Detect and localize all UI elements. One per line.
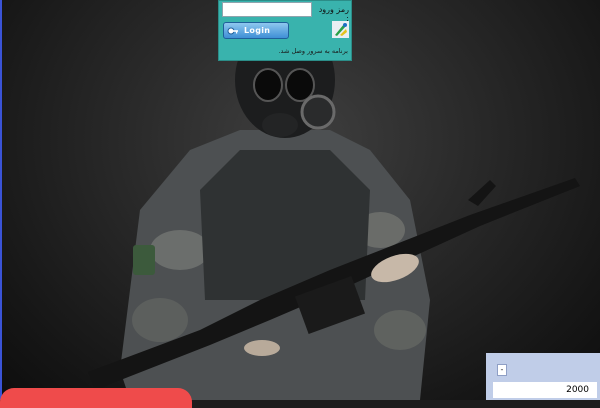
login-button-label: Login bbox=[244, 26, 271, 35]
counter-value-field[interactable]: 2000 bbox=[493, 382, 597, 398]
decrement-button[interactable]: - bbox=[497, 364, 507, 376]
window-left-edge bbox=[0, 0, 2, 400]
login-panel: رمز ورود : Login برنامه به سرور وصل شد. bbox=[218, 0, 352, 61]
counter-panel: - 2000 bbox=[486, 353, 600, 400]
red-bottom-tab[interactable] bbox=[0, 388, 192, 408]
key-icon bbox=[227, 27, 238, 34]
connection-status-text: برنامه به سرور وصل شد. bbox=[278, 47, 348, 55]
password-input[interactable] bbox=[222, 2, 312, 17]
app-logo-icon bbox=[332, 21, 349, 38]
login-button[interactable]: Login bbox=[223, 22, 289, 39]
